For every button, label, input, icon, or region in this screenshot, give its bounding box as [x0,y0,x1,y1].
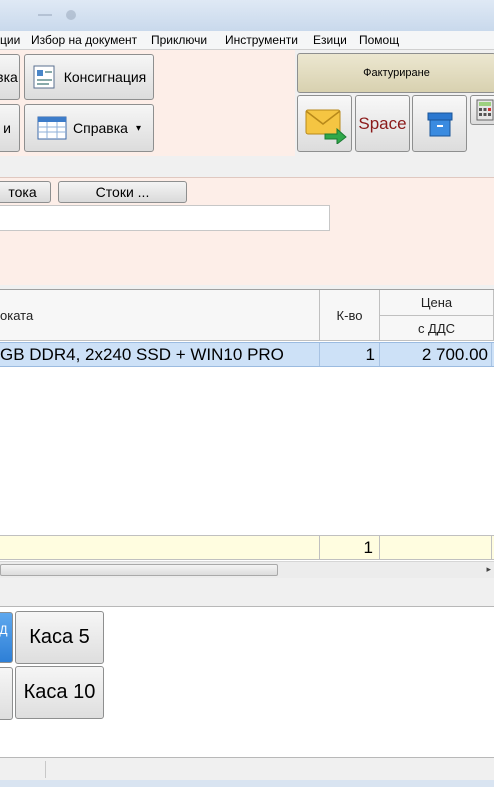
total-qty-cell: 1 [320,536,380,559]
cash-register-10-label: Каса 10 [23,681,96,703]
table-row[interactable]: GB DDR4, 2x240 SSD + WIN10 PRO 1 2 700.0… [0,342,494,367]
title-icon-1 [38,14,52,16]
calculator-icon [476,99,494,121]
menu-item-operations[interactable]: ции [0,33,20,47]
toolbar-partial-button-bottom[interactable]: и [0,104,20,152]
toolbar-partial-button-top[interactable]: вка [0,54,20,100]
report-table-icon [37,116,67,140]
report-label: Справка [73,120,128,136]
scroll-right-arrow-icon[interactable]: ▸ [486,564,491,575]
menu-item-close[interactable]: Приключи [151,33,207,47]
grid-header-name[interactable]: оката [0,290,320,341]
cash-register-partial-active[interactable]: Д [0,612,13,663]
cash-register-5-label: Каса 5 [29,626,90,648]
menu-bar: ции Избор на документ Приключи Инструмен… [0,31,494,50]
items-grid: оката К-во Цена с ДДС [0,289,494,561]
menu-item-help[interactable]: Помощ [359,33,399,47]
toolbar-partial-label-top: вка [0,69,18,85]
total-row: 1 [0,535,494,560]
consignment-icon [33,65,55,89]
menu-item-choose-document[interactable]: Избор на документ [31,33,137,47]
menu-item-tools[interactable]: Инструменти [225,33,298,47]
row-name-cell: GB DDR4, 2x240 SSD + WIN10 PRO [0,343,320,366]
status-bar [0,757,494,780]
status-segment-1 [0,761,46,778]
archive-button[interactable] [412,95,467,152]
status-segment-2 [46,761,494,778]
report-dropdown-arrow-icon: ▾ [135,122,141,134]
stock-partial-label: тока [8,184,37,200]
title-icon-2 [66,10,76,20]
envelope-arrow-icon [305,109,347,144]
row-price-cell: 2 700.00 [380,343,492,366]
cash-register-5-button[interactable]: Каса 5 [15,611,104,664]
space-button[interactable]: Space [355,95,410,152]
row-qty-cell: 1 [320,343,380,366]
search-input[interactable] [0,205,330,231]
grid-header-qty[interactable]: К-во [320,290,380,341]
grid-header-qty-label: К-во [336,307,363,323]
grid-header-price-label: Цена [420,295,453,310]
grid-header-name-label: оката [0,307,34,323]
archive-box-icon [427,112,452,136]
cash-register-partial-button[interactable] [0,667,13,720]
cash-register-10-button[interactable]: Каса 10 [15,666,104,719]
grid-header-price-vat[interactable]: с ДДС [380,316,494,341]
grid-header-price-vat-label: с ДДС [417,320,456,336]
grid-bottom-separator [0,578,494,607]
cash-register-partial-label: Д [0,623,8,637]
send-email-button[interactable] [297,95,352,152]
total-name-cell [0,536,320,559]
space-label: Space [358,113,407,133]
scrollbar-thumb[interactable] [0,564,278,576]
toolbar-partial-label-bottom: и [3,120,11,136]
consignment-button[interactable]: Консигнация [24,54,154,100]
goods-button[interactable]: Стоки ... [58,181,187,203]
calculator-button[interactable] [470,95,494,125]
window-titlebar [0,0,494,31]
horizontal-scrollbar[interactable]: ▸ [0,561,494,578]
window-bottom-border [0,780,494,787]
invoicing-label: Фактуриране [363,67,430,79]
stock-partial-button[interactable]: тока [0,181,51,203]
grid-header-price[interactable]: Цена [380,290,494,316]
menu-item-languages[interactable]: Езици [313,33,347,47]
total-price-cell [380,536,492,559]
goods-label: Стоки ... [95,184,150,200]
toolbar-separator [0,156,494,177]
invoicing-button[interactable]: Фактуриране [297,53,494,93]
report-button[interactable]: Справка ▾ [24,104,154,152]
consignment-label: Консигнация [63,69,147,85]
